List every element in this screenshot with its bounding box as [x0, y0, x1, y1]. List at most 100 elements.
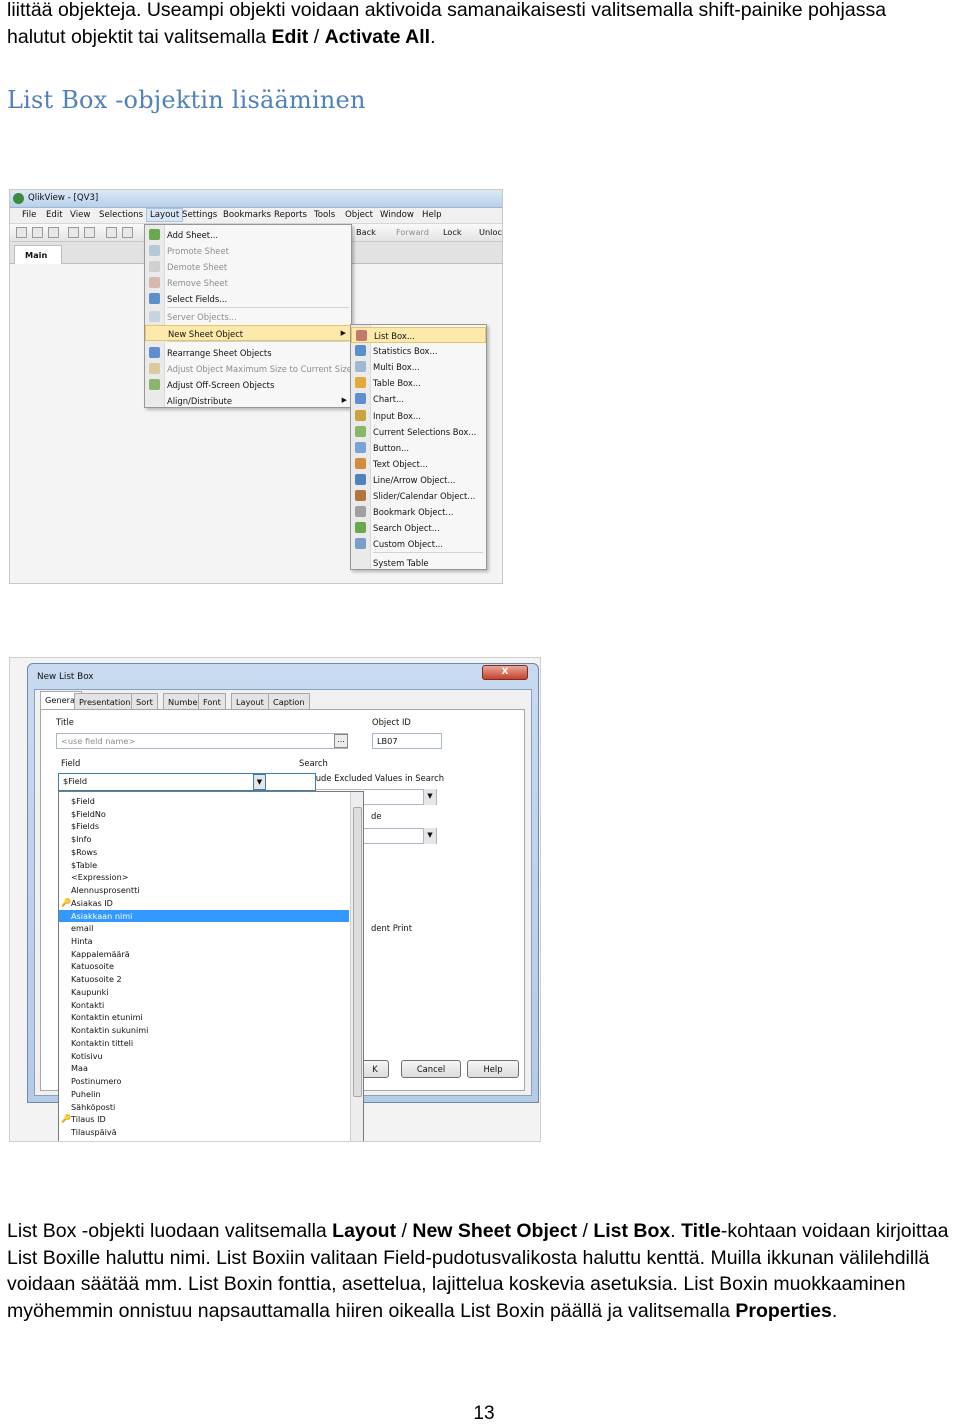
field-list-item[interactable]: Kontakti	[59, 999, 349, 1012]
menu-tools[interactable]: Tools	[314, 210, 335, 220]
menu-selections[interactable]: Selections	[99, 210, 143, 220]
field-list-item[interactable]: Kontaktin titteli	[59, 1037, 349, 1050]
layout-menu-item[interactable]: Adjust Object Maximum Size to Current Si…	[145, 361, 352, 377]
cancel-button[interactable]: Cancel	[401, 1060, 461, 1078]
current-selections-icon	[355, 425, 366, 437]
field-list-item[interactable]: $Rows	[59, 846, 349, 859]
field-list-item[interactable]: Kotisivu	[59, 1050, 349, 1063]
field-list-item[interactable]: Asiakkaan nimi	[59, 909, 349, 923]
field-list-item[interactable]: <Expression>	[59, 871, 349, 884]
layout-menu-item[interactable]: Server Objects...	[145, 309, 351, 325]
field-list-item[interactable]: $Field	[59, 795, 349, 808]
field-list-item[interactable]: $Table	[59, 859, 349, 872]
scrollbar[interactable]	[350, 792, 363, 1141]
layout-menu-item[interactable]: New Sheet Object ▶	[145, 325, 351, 341]
new-object-menu-item[interactable]: Statistics Box...	[351, 343, 486, 359]
field-list-item[interactable]: Maa	[59, 1062, 349, 1075]
field-list-item[interactable]: Tilausrivi ID	[59, 1139, 349, 1141]
open-icon[interactable]	[32, 227, 43, 238]
reload-icon[interactable]	[122, 227, 133, 238]
layout-menu-item[interactable]: Select Fields...	[145, 291, 351, 307]
menu-window[interactable]: Window	[380, 210, 414, 220]
scrollbar-thumb[interactable]	[353, 807, 362, 1097]
menu-file[interactable]: File	[22, 210, 36, 220]
new-object-menu-item[interactable]: Bookmark Object...	[351, 504, 486, 520]
new-object-menu-item[interactable]: Button...	[351, 440, 486, 456]
title-input[interactable]: <use field name>	[56, 733, 348, 749]
new-object-menu-item[interactable]: Current Selections Box...	[351, 424, 486, 440]
print-pdf-icon[interactable]	[84, 227, 95, 238]
field-list-item[interactable]: Kontaktin etunimi	[59, 1011, 349, 1024]
tab-font[interactable]: Font	[198, 693, 226, 709]
menu-edit[interactable]: Edit	[46, 210, 63, 220]
field-list-item[interactable]: 🔑 Asiakas ID	[59, 897, 349, 910]
new-object-menu-item[interactable]: Chart...	[351, 391, 486, 407]
menu-object[interactable]: Object	[345, 210, 373, 220]
save-icon[interactable]	[48, 227, 59, 238]
sheet-tab-main[interactable]: Main	[14, 245, 62, 264]
menu-settings[interactable]: Settings	[182, 210, 217, 220]
new-object-menu-item[interactable]: Text Object...	[351, 456, 486, 472]
field-list-item[interactable]: Kaupunki	[59, 986, 349, 999]
field-list-item[interactable]: Puhelin	[59, 1088, 349, 1101]
tab-sort[interactable]: Sort	[131, 693, 158, 709]
layout-menu-item[interactable]: Demote Sheet	[145, 259, 351, 275]
field-list-item[interactable]: Kappalemäärä	[59, 948, 349, 961]
menu-help[interactable]: Help	[422, 210, 442, 220]
tab-presentation[interactable]: Presentation	[74, 693, 136, 709]
layout-menu-item[interactable]: Align/Distribute ▶	[145, 393, 351, 409]
menu-item-label: Promote Sheet	[167, 246, 229, 256]
layout-menu-item[interactable]: Adjust Off-Screen Objects	[145, 377, 351, 393]
window-title: QlikView - [QV3]	[28, 193, 99, 203]
print-icon[interactable]	[68, 227, 79, 238]
new-icon[interactable]	[16, 227, 27, 238]
new-object-menu-item[interactable]: Search Object...	[351, 520, 486, 536]
close-button[interactable]: X	[482, 665, 528, 680]
help-button[interactable]: Help	[467, 1060, 519, 1078]
layout-menu-item[interactable]: Rearrange Sheet Objects	[145, 345, 351, 361]
object-id-input[interactable]: LB07	[372, 733, 442, 749]
new-object-menu-item[interactable]: System Table	[351, 555, 486, 571]
new-object-menu-item[interactable]: List Box...	[351, 327, 486, 343]
field-list-item[interactable]: Katuosoite 2	[59, 973, 349, 986]
new-object-menu-item[interactable]: Input Box...	[351, 408, 486, 424]
field-list-item[interactable]: 🔑 Tilaus ID	[59, 1113, 349, 1126]
field-name: Puhelin	[71, 1088, 101, 1099]
field-list-item[interactable]: Kontaktin sukunimi	[59, 1024, 349, 1037]
new-object-menu-item[interactable]: Line/Arrow Object...	[351, 472, 486, 488]
layout-menu-item[interactable]: Remove Sheet	[145, 275, 351, 291]
field-list-item[interactable]: $FieldNo	[59, 808, 349, 821]
ok-button[interactable]: K	[361, 1060, 389, 1078]
back-button[interactable]: Back	[356, 227, 376, 237]
field-list-item[interactable]: Postinumero	[59, 1075, 349, 1088]
field-list-item[interactable]: Katuosoite	[59, 960, 349, 973]
chevron-down-icon[interactable]: ▼	[253, 774, 266, 790]
unlock-button[interactable]: Unlock	[479, 227, 502, 237]
tab-layout[interactable]: Layout	[231, 693, 269, 709]
edit-script-icon[interactable]	[106, 227, 117, 238]
menu-reports[interactable]: Reports	[274, 210, 307, 220]
field-list-item[interactable]: Hinta	[59, 935, 349, 948]
menu-layout[interactable]: Layout	[146, 208, 184, 222]
menu-bookmarks[interactable]: Bookmarks	[223, 210, 271, 220]
new-object-menu-item[interactable]: Multi Box...	[351, 359, 486, 375]
field-name: Postinumero	[71, 1076, 122, 1087]
field-select[interactable]: $Field	[58, 773, 316, 791]
field-list-item[interactable]: $Info	[59, 833, 349, 846]
tab-caption[interactable]: Caption	[268, 693, 310, 709]
menu-view[interactable]: View	[70, 210, 90, 220]
field-name: Alennusprosentti	[71, 885, 140, 896]
new-object-menu-item[interactable]: Custom Object...	[351, 536, 486, 552]
lock-button[interactable]: Lock	[443, 227, 462, 237]
field-list-item[interactable]: Tilauspäivä	[59, 1126, 349, 1139]
layout-menu-item[interactable]: Promote Sheet	[145, 243, 351, 259]
field-list-item[interactable]: $Fields	[59, 820, 349, 833]
field-list-item[interactable]: email	[59, 922, 349, 935]
layout-menu-item[interactable]: Add Sheet...	[145, 227, 351, 243]
field-list-item[interactable]: Sähköposti	[59, 1101, 349, 1114]
new-object-menu-item[interactable]: Slider/Calendar Object...	[351, 488, 486, 504]
title-expression-button[interactable]: ...	[334, 734, 348, 748]
field-list-item[interactable]: Alennusprosentti	[59, 884, 349, 897]
new-object-menu-item[interactable]: Table Box...	[351, 375, 486, 391]
forward-button[interactable]: Forward	[396, 227, 429, 237]
